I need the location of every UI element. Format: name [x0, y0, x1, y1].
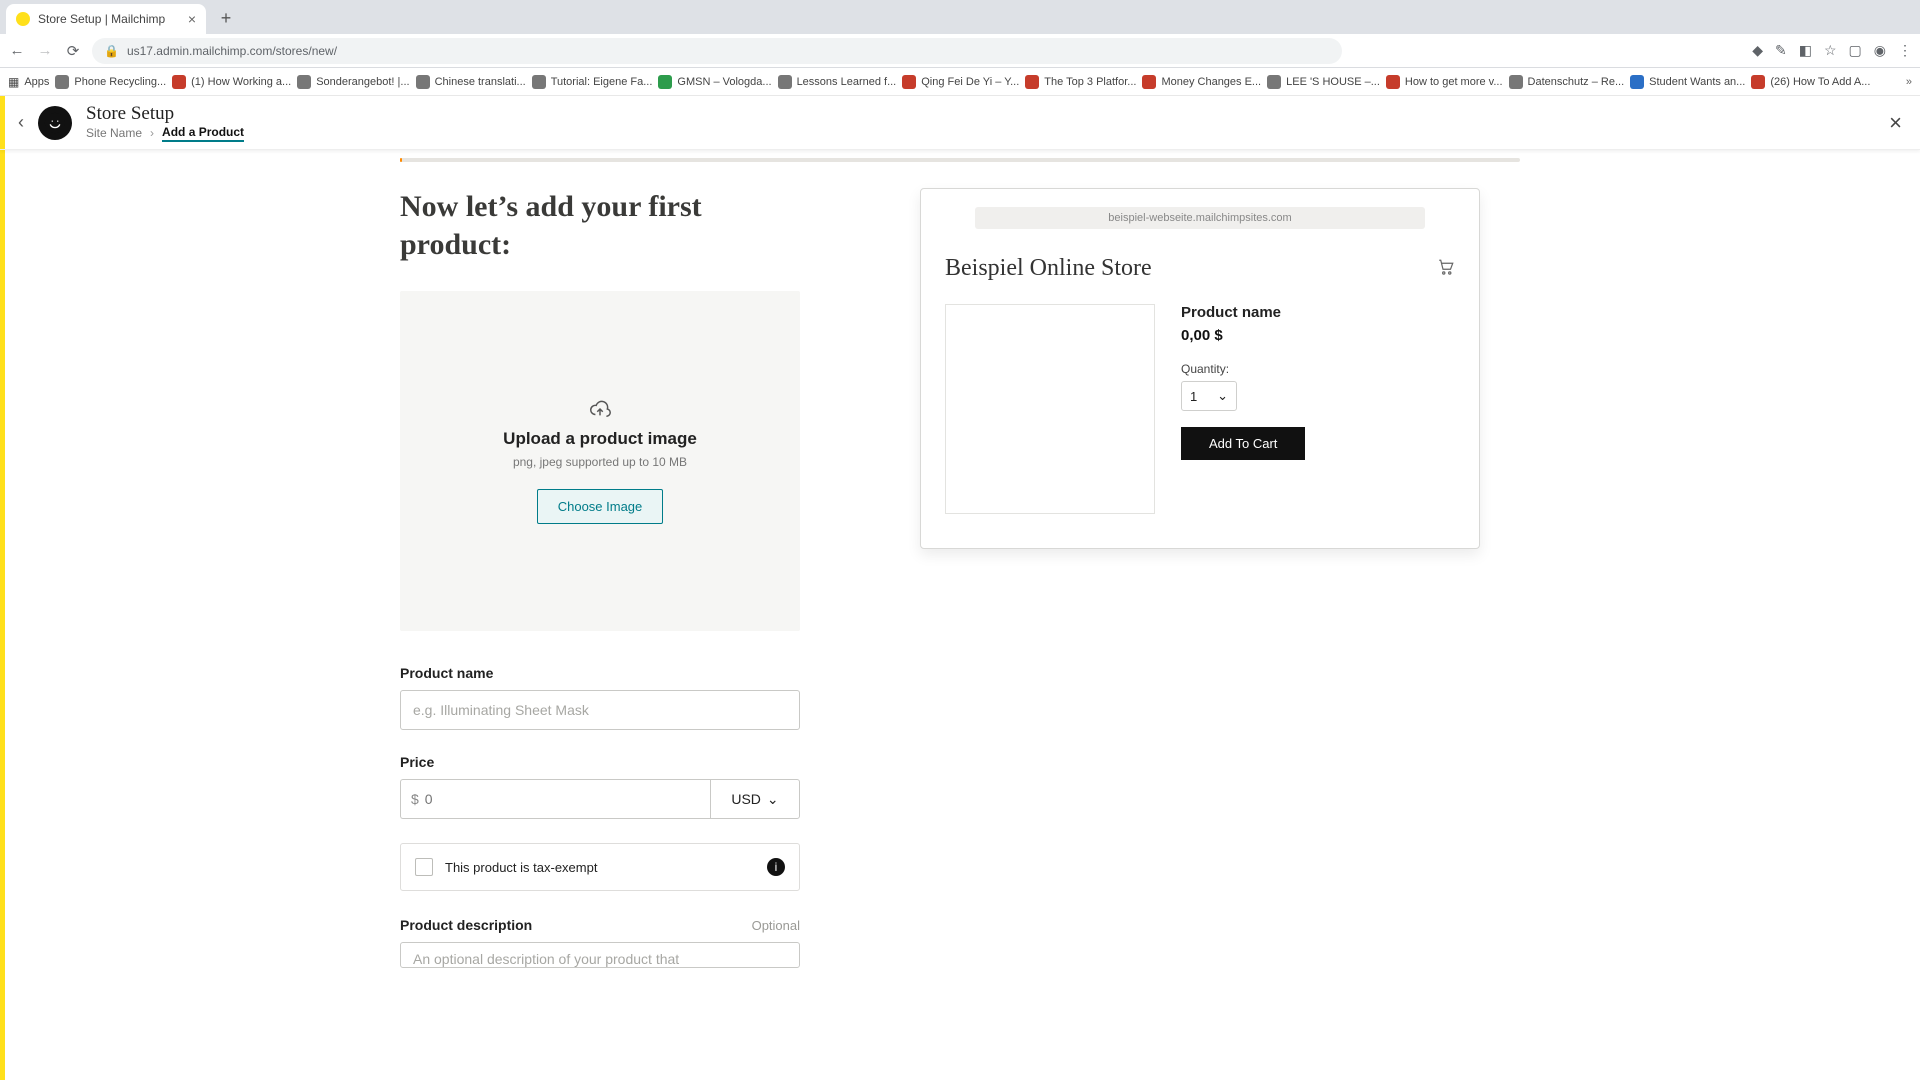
preview-add-to-cart-button: Add To Cart	[1181, 427, 1305, 460]
product-name-label: Product name	[400, 665, 800, 681]
profile-icon[interactable]: ◉	[1874, 42, 1886, 59]
bookmark-item[interactable]: Datenschutz – Re...	[1509, 75, 1625, 89]
description-label: Product description	[400, 917, 532, 933]
browser-chrome: Store Setup | Mailchimp × + ← → ⟳ 🔒 us17…	[0, 0, 1920, 96]
upload-dropzone[interactable]: Upload a product image png, jpeg support…	[400, 291, 800, 631]
close-icon[interactable]: ×	[1889, 110, 1902, 136]
tax-exempt-label: This product is tax-exempt	[445, 860, 597, 875]
preview-card: beispiel-webseite.mailchimpsites.com Bei…	[920, 188, 1480, 549]
price-input[interactable]	[425, 791, 700, 807]
upload-title: Upload a product image	[503, 429, 697, 449]
currency-select[interactable]: USD ⌄	[710, 779, 800, 819]
address-bar[interactable]: 🔒 us17.admin.mailchimp.com/stores/new/	[92, 38, 1342, 64]
browser-tab[interactable]: Store Setup | Mailchimp ×	[6, 4, 206, 34]
bookmark-item[interactable]: Phone Recycling...	[55, 75, 166, 89]
back-icon[interactable]: ←	[8, 42, 26, 59]
currency-value: USD	[731, 791, 761, 807]
chevron-down-icon: ⌄	[767, 791, 779, 808]
tax-exempt-checkbox[interactable]	[415, 858, 433, 876]
bookmark-item[interactable]: Money Changes E...	[1142, 75, 1261, 89]
tax-exempt-row: This product is tax-exempt i	[400, 843, 800, 891]
bookmark-item[interactable]: (1) How Working a...	[172, 75, 291, 89]
info-icon[interactable]: i	[767, 858, 785, 876]
chevron-right-icon: ›	[150, 127, 154, 141]
upload-subtitle: png, jpeg supported up to 10 MB	[513, 455, 687, 469]
breadcrumb-item-active: Add a Product	[162, 126, 244, 143]
price-label: Price	[400, 754, 800, 770]
bookmark-item[interactable]: Chinese translati...	[416, 75, 526, 89]
preview-store-title: Beispiel Online Store	[945, 255, 1152, 282]
breadcrumb-item[interactable]: Site Name	[86, 127, 142, 141]
bookmark-item[interactable]: Student Wants an...	[1630, 75, 1745, 89]
extension-icon[interactable]: ✎	[1775, 42, 1787, 59]
tab-strip: Store Setup | Mailchimp × +	[0, 0, 1920, 34]
extension-icon[interactable]: ◆	[1752, 42, 1763, 59]
currency-symbol: $	[411, 791, 419, 807]
mailchimp-logo-icon[interactable]	[38, 106, 72, 140]
header-title: Store Setup	[86, 103, 244, 125]
bookmark-item[interactable]: (26) How To Add A...	[1751, 75, 1870, 89]
choose-image-button[interactable]: Choose Image	[537, 489, 664, 524]
chevron-down-icon: ⌄	[1217, 388, 1228, 404]
url-text: us17.admin.mailchimp.com/stores/new/	[127, 44, 337, 58]
bookmark-item[interactable]: The Top 3 Platfor...	[1025, 75, 1136, 89]
app-header: ‹ Store Setup Site Name › Add a Product …	[0, 96, 1920, 150]
bookmark-item[interactable]: Lessons Learned f...	[778, 75, 897, 89]
description-textarea[interactable]: An optional description of your product …	[400, 942, 800, 968]
bookmark-item[interactable]: LEE 'S HOUSE –...	[1267, 75, 1380, 89]
upload-cloud-icon	[589, 398, 611, 423]
optional-label: Optional	[752, 918, 800, 933]
bookmarks-overflow-icon[interactable]: »	[1906, 76, 1912, 88]
star-icon[interactable]: ☆	[1824, 42, 1837, 59]
bookmark-item[interactable]: GMSN – Vologda...	[658, 75, 771, 89]
preview-qty-label: Quantity:	[1181, 362, 1455, 376]
page-heading: Now let’s add your first product:	[400, 188, 800, 263]
preview-url-pill: beispiel-webseite.mailchimpsites.com	[975, 207, 1425, 229]
favicon-icon	[16, 12, 30, 26]
extension-icon[interactable]: ◧	[1799, 42, 1812, 59]
preview-price: 0,00 $	[1181, 327, 1455, 344]
browser-toolbar: ← → ⟳ 🔒 us17.admin.mailchimp.com/stores/…	[0, 34, 1920, 68]
bookmark-item[interactable]: Sonderangebot! |...	[297, 75, 409, 89]
preview-qty-select: 1 ⌄	[1181, 381, 1237, 411]
back-button[interactable]: ‹	[18, 112, 24, 133]
preview-image-placeholder	[945, 304, 1155, 514]
tab-close-icon[interactable]: ×	[188, 11, 196, 27]
forward-icon[interactable]: →	[36, 42, 54, 59]
cart-icon	[1437, 258, 1455, 279]
bookmark-item[interactable]: How to get more v...	[1386, 75, 1503, 89]
bookmarks-bar: ▦Apps Phone Recycling... (1) How Working…	[0, 68, 1920, 96]
lock-icon: 🔒	[104, 44, 119, 58]
reload-icon[interactable]: ⟳	[64, 42, 82, 60]
bookmark-item[interactable]: Qing Fei De Yi – Y...	[902, 75, 1019, 89]
preview-product-name: Product name	[1181, 304, 1455, 321]
new-tab-button[interactable]: +	[212, 4, 240, 32]
bookmark-item[interactable]: Tutorial: Eigene Fa...	[532, 75, 653, 89]
extension-icon[interactable]: ▢	[1849, 42, 1862, 59]
breadcrumb: Site Name › Add a Product	[86, 126, 244, 143]
product-name-input[interactable]	[400, 690, 800, 730]
apps-button[interactable]: ▦Apps	[8, 75, 49, 89]
price-input-wrap[interactable]: $	[400, 779, 710, 819]
tab-title: Store Setup | Mailchimp	[38, 12, 165, 26]
progress-bar	[400, 158, 1520, 162]
menu-icon[interactable]: ⋮	[1898, 42, 1912, 59]
